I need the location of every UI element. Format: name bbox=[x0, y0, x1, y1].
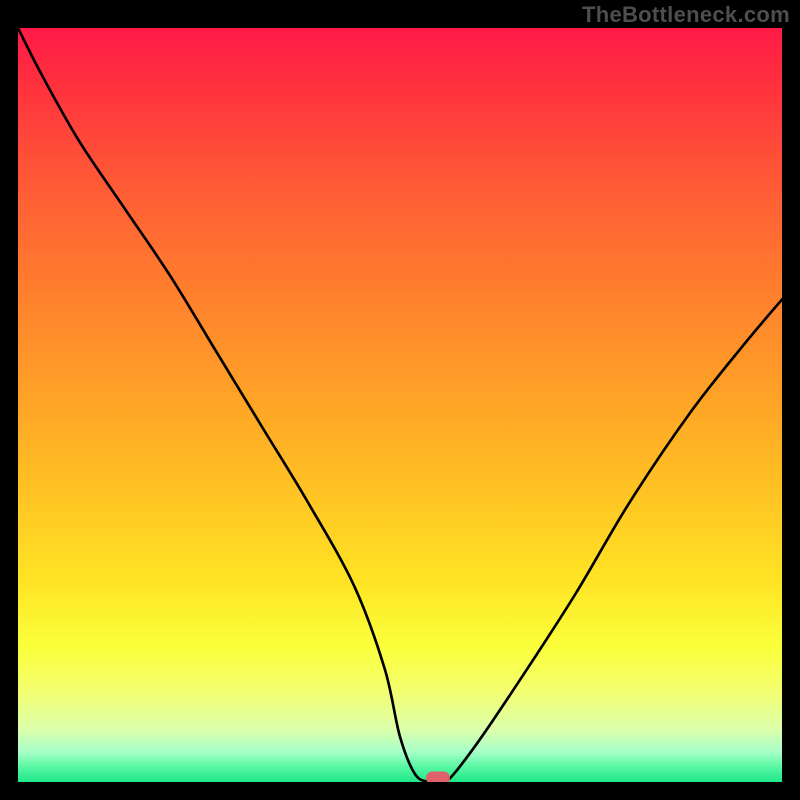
curve-svg bbox=[18, 28, 782, 782]
chart-frame: TheBottleneck.com bbox=[0, 0, 800, 800]
watermark-text: TheBottleneck.com bbox=[582, 2, 790, 28]
plot-area bbox=[18, 28, 782, 782]
optimum-marker bbox=[426, 772, 450, 782]
bottleneck-curve bbox=[18, 28, 782, 782]
